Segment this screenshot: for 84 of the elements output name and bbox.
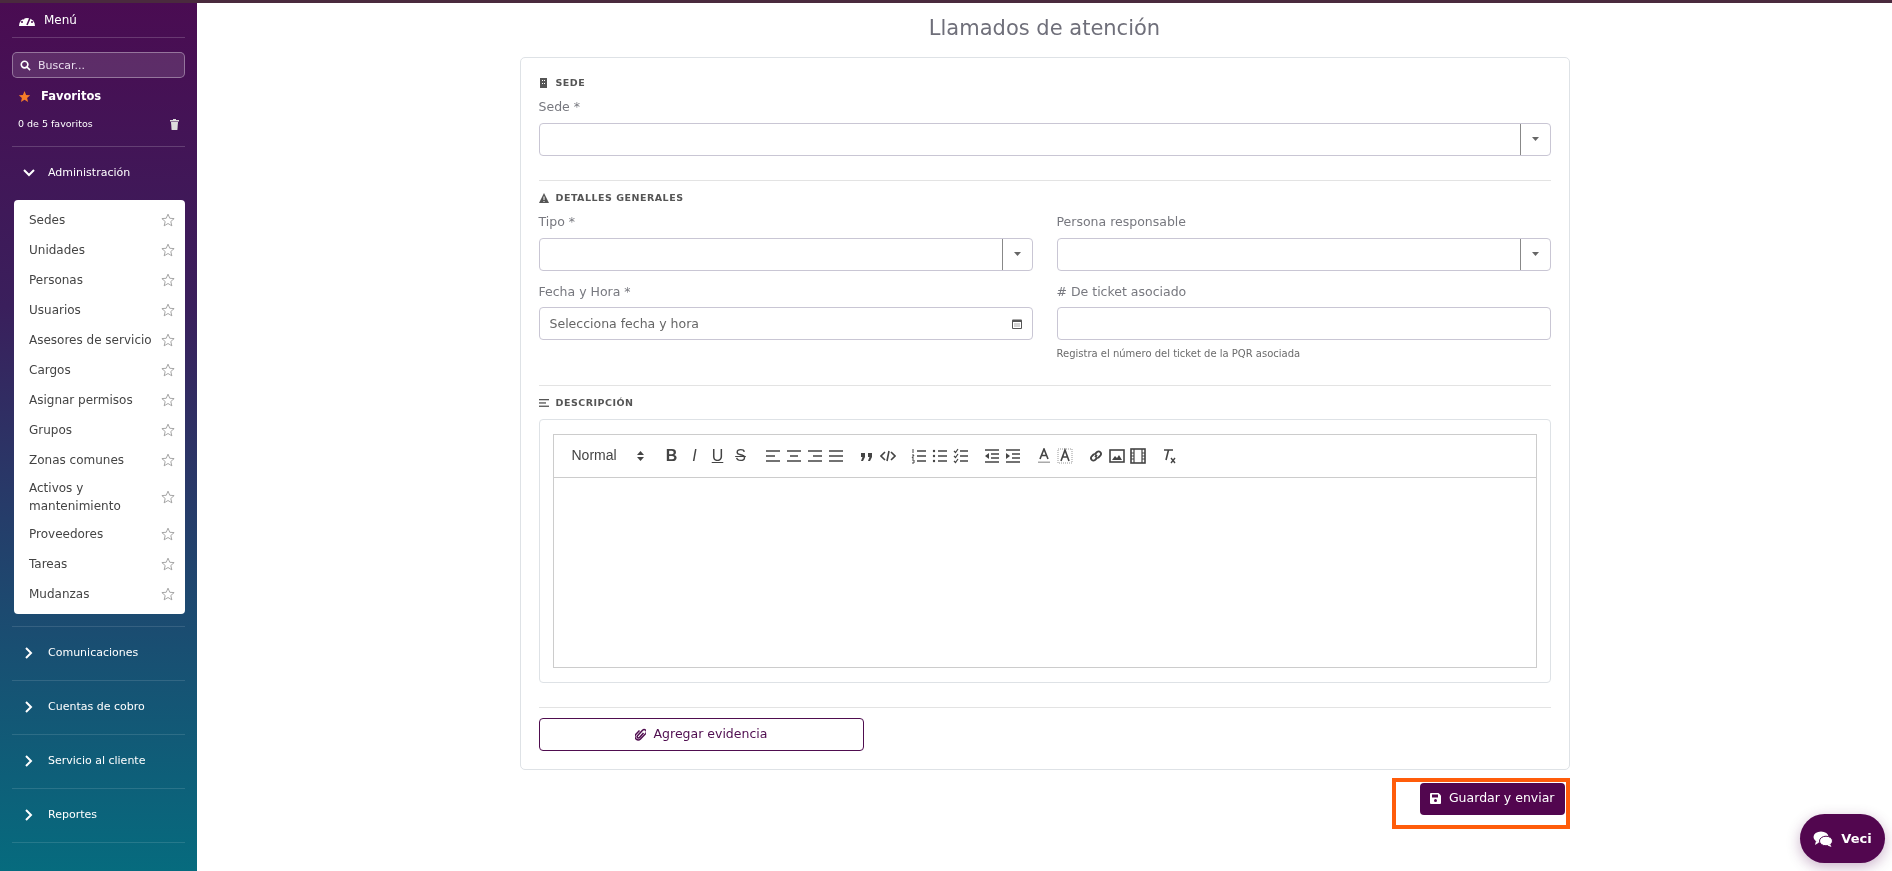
menu-item[interactable]: Usuarios: [29, 300, 81, 319]
favorites-title: Favoritos: [41, 88, 102, 105]
text-color-icon[interactable]: [1035, 447, 1052, 464]
field-label: # De ticket asociado: [1056, 282, 1188, 301]
input-field[interactable]: [1056, 307, 1551, 341]
calendar-icon[interactable]: [1011, 318, 1022, 330]
chat-button[interactable]: Veci: [1800, 814, 1885, 863]
dropdown-field[interactable]: [538, 122, 1551, 156]
chat-bubbles-icon: [1813, 830, 1834, 847]
indent-icon[interactable]: [1004, 447, 1021, 464]
outdent-icon[interactable]: [983, 447, 1000, 464]
save-button[interactable]: Guardar y enviar: [1419, 782, 1565, 815]
star-icon[interactable]: [161, 586, 175, 601]
star-icon[interactable]: [161, 242, 175, 257]
search-icon: [20, 60, 31, 71]
underline-button[interactable]: U: [708, 444, 727, 467]
caret-icon[interactable]: [1530, 136, 1540, 142]
building-icon: [538, 77, 549, 88]
menu-item[interactable]: Sedes: [29, 210, 66, 229]
bullet-list-icon[interactable]: [931, 447, 948, 464]
menu-item[interactable]: Activos y mantenimiento: [29, 478, 161, 515]
star-icon[interactable]: [161, 422, 175, 437]
favorites-count: 0 de 5 favoritos: [18, 117, 93, 132]
checklist-icon[interactable]: [952, 447, 969, 464]
image-icon[interactable]: [1108, 447, 1125, 464]
align-center-icon[interactable]: [785, 447, 802, 464]
star-icon[interactable]: [161, 556, 175, 571]
heading-dropdown[interactable]: Normal: [565, 445, 648, 466]
menu-title: Menú: [44, 12, 77, 29]
caret-icon[interactable]: [1012, 251, 1022, 257]
menu-item[interactable]: Proveedores: [29, 524, 104, 543]
highlight-icon[interactable]: [1056, 447, 1073, 464]
italic-button[interactable]: I: [685, 444, 704, 467]
menu-item[interactable]: Asignar permisos: [29, 390, 133, 409]
text-lines-icon: [538, 398, 549, 409]
trash-icon[interactable]: [170, 118, 179, 130]
paperclip-icon: [634, 727, 646, 741]
date-field[interactable]: Selecciona fecha y hora: [538, 307, 1033, 341]
bold-button[interactable]: B: [662, 444, 681, 467]
dropdown-field[interactable]: [1056, 237, 1551, 271]
menu-item[interactable]: Mudanzas: [29, 584, 90, 603]
menu-item[interactable]: Zonas comunes: [29, 450, 125, 469]
up-down-caret-icon[interactable]: [636, 450, 644, 461]
page-title: Llamados de atención: [928, 15, 1161, 42]
film-icon[interactable]: [1129, 447, 1146, 464]
menu-group[interactable]: Cuentas de cobro: [12, 680, 185, 734]
menu-group[interactable]: Servicio al cliente: [12, 734, 185, 788]
star-icon[interactable]: [161, 392, 175, 407]
star-icon[interactable]: [161, 526, 175, 541]
numbered-list-icon[interactable]: [910, 447, 927, 464]
menu-item[interactable]: Asesores de servicio: [29, 330, 152, 349]
caret-icon[interactable]: [1530, 251, 1540, 257]
menu-item[interactable]: Grupos: [29, 420, 73, 439]
align-right-icon[interactable]: [806, 447, 823, 464]
field-label: Tipo *: [538, 212, 577, 231]
menu-item[interactable]: Cargos: [29, 360, 71, 379]
field-label: Sede *: [538, 97, 581, 116]
menu-item[interactable]: Personas: [29, 270, 83, 289]
add-evidence-button[interactable]: Agregar evidencia: [538, 717, 864, 751]
star-icon[interactable]: [161, 489, 175, 504]
section-heading: DETALLES GENERALES: [555, 190, 684, 205]
menu-group[interactable]: Administración: [12, 146, 185, 200]
star-icon: [18, 90, 31, 104]
section-heading: DESCRIPCIÓN: [555, 396, 634, 411]
link-icon[interactable]: [1087, 447, 1104, 464]
menu-group[interactable]: Comunicaciones: [12, 626, 185, 680]
star-icon[interactable]: [161, 362, 175, 377]
align-left-icon[interactable]: [764, 447, 781, 464]
section-heading: SEDE: [555, 75, 586, 90]
star-icon[interactable]: [161, 302, 175, 317]
field-label: Persona responsable: [1056, 212, 1187, 231]
strikethrough-button[interactable]: S: [731, 444, 750, 467]
field-label: Fecha y Hora *: [538, 282, 632, 301]
star-icon[interactable]: [161, 212, 175, 227]
dropdown-field[interactable]: [538, 237, 1033, 271]
menu-item[interactable]: Unidades: [29, 240, 85, 259]
menu-item[interactable]: Tareas: [29, 554, 68, 573]
star-icon[interactable]: [161, 452, 175, 467]
star-icon[interactable]: [161, 272, 175, 287]
star-icon[interactable]: [161, 332, 175, 347]
justify-icon[interactable]: [827, 447, 844, 464]
help-text: Registra el número del ticket de la PQR asociada: [1056, 347, 1302, 362]
menu-group[interactable]: Reportes: [12, 788, 185, 842]
warning-icon: [538, 192, 549, 203]
